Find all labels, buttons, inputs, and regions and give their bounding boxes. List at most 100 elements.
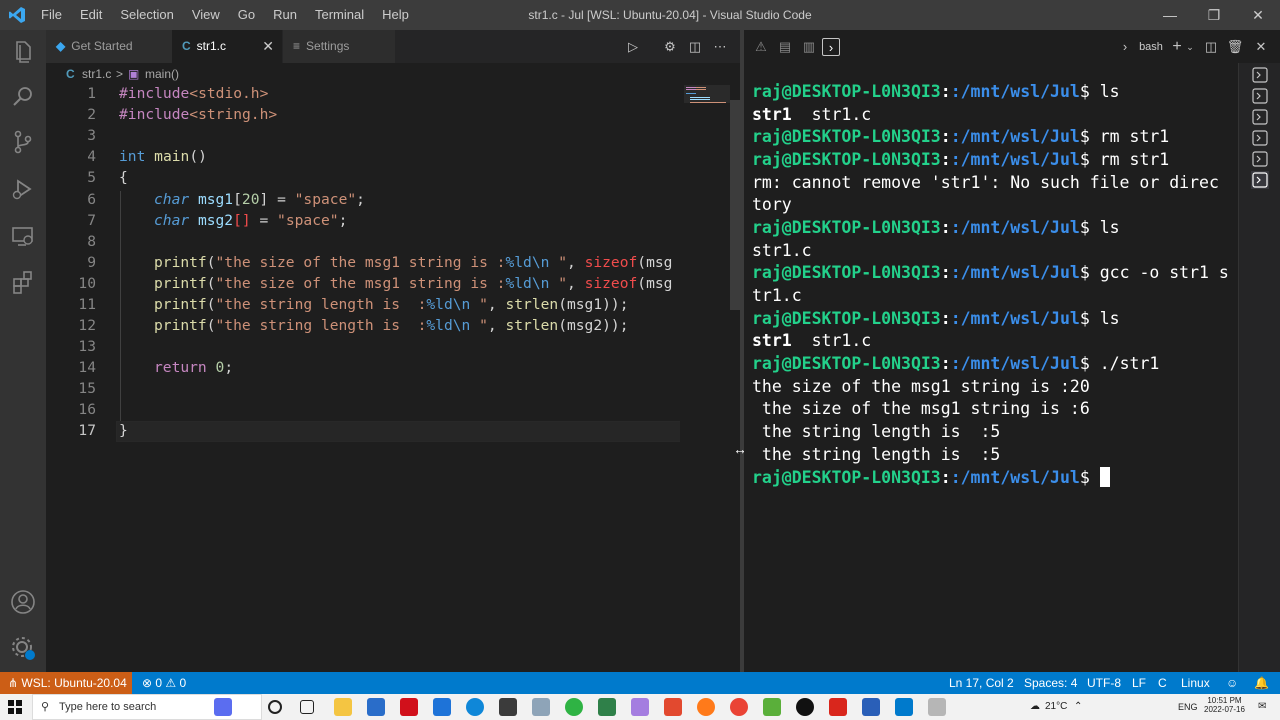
- tab-get-started[interactable]: ◆ Get Started: [46, 30, 172, 63]
- app-icon[interactable]: [928, 698, 946, 716]
- breadcrumb-file[interactable]: str1.c: [82, 63, 111, 85]
- split-terminal-icon[interactable]: ◫: [1202, 38, 1220, 56]
- code-token: (msg: [637, 254, 673, 271]
- app-icon[interactable]: [862, 698, 880, 716]
- vscode-taskbar-icon[interactable]: [895, 698, 913, 716]
- app-icon[interactable]: [664, 698, 682, 716]
- app-icon[interactable]: [763, 698, 781, 716]
- app-icon[interactable]: [499, 698, 517, 716]
- source-control-icon[interactable]: [9, 128, 37, 156]
- menu-help[interactable]: Help: [373, 0, 418, 30]
- remote-indicator[interactable]: ⋔ WSL: Ubuntu-20.04: [0, 672, 132, 694]
- line-ending[interactable]: LF: [1132, 672, 1146, 694]
- menu-selection[interactable]: Selection: [111, 0, 182, 30]
- vertical-scrollbar[interactable]: [730, 100, 740, 310]
- warning-icon: ⚠: [162, 676, 180, 690]
- indentation[interactable]: Spaces: 4: [1024, 672, 1077, 694]
- run-code-icon[interactable]: ▷: [624, 38, 642, 56]
- minimize-icon[interactable]: —: [1148, 0, 1192, 30]
- code-line-4: int main(): [119, 148, 207, 165]
- menu-file[interactable]: File: [32, 0, 71, 30]
- extensions-icon[interactable]: [9, 268, 37, 296]
- line-number: 9: [87, 254, 96, 271]
- dell-icon[interactable]: [433, 698, 451, 716]
- netflix-icon[interactable]: [400, 698, 418, 716]
- terminal-instance-icon[interactable]: [1251, 87, 1269, 105]
- chevron-up-icon[interactable]: ⌃: [1074, 694, 1082, 720]
- store-icon[interactable]: [367, 698, 385, 716]
- feedback-icon[interactable]: ☺: [1226, 672, 1238, 694]
- tab-str1-c[interactable]: Cstr1.c ✕: [172, 30, 282, 63]
- code-line-5: {: [119, 169, 128, 186]
- notification-center-icon[interactable]: ✉: [1258, 694, 1266, 720]
- close-panel-icon[interactable]: ✕: [1252, 38, 1270, 56]
- clock-date: 2022-07-16: [1204, 705, 1245, 714]
- close-window-icon[interactable]: ✕: [1236, 0, 1280, 30]
- language-mode[interactable]: C: [1158, 672, 1167, 694]
- terminal-icon[interactable]: ›: [822, 38, 840, 56]
- terminal-app-icon[interactable]: [598, 698, 616, 716]
- split-editor-icon[interactable]: ◫: [686, 38, 704, 56]
- app-icon[interactable]: [796, 698, 814, 716]
- file-explorer-icon[interactable]: [334, 698, 352, 716]
- trash-icon[interactable]: 🗑: [1226, 38, 1244, 56]
- firefox-icon[interactable]: [697, 698, 715, 716]
- app-icon[interactable]: [631, 698, 649, 716]
- remote-label: WSL: Ubuntu-20.04: [21, 676, 127, 690]
- debug-console-icon[interactable]: ▥: [800, 38, 818, 56]
- menu-view[interactable]: View: [183, 0, 229, 30]
- acrobat-icon[interactable]: [829, 698, 847, 716]
- app-icon[interactable]: [532, 698, 550, 716]
- task-view-icon[interactable]: [300, 700, 314, 714]
- menu-terminal[interactable]: Terminal: [306, 0, 373, 30]
- more-actions-icon[interactable]: ⋯: [711, 38, 729, 56]
- terminal-line: raj@DESKTOP-L0N3QI3::/mnt/wsl/Jul$ rm st…: [752, 150, 1169, 169]
- accounts-icon[interactable]: [9, 588, 37, 616]
- platform[interactable]: Linux: [1181, 672, 1210, 694]
- clock[interactable]: 10:51 PM 2022-07-16: [1204, 696, 1245, 714]
- app-icon[interactable]: [565, 698, 583, 716]
- chevron-down-icon[interactable]: ⌄: [1184, 38, 1196, 56]
- terminal-instance-active-icon[interactable]: [1251, 171, 1269, 189]
- warning-icon[interactable]: ⚠: [752, 38, 770, 56]
- line-number: 1: [87, 85, 96, 102]
- edge-icon[interactable]: [466, 698, 484, 716]
- weather-temp[interactable]: 21°C: [1045, 694, 1067, 720]
- search-icon[interactable]: [9, 83, 37, 111]
- manage-gear-icon[interactable]: [9, 634, 37, 662]
- code-token: (: [206, 296, 216, 313]
- terminal[interactable]: raj@DESKTOP-L0N3QI3::/mnt/wsl/Jul$ ls st…: [744, 63, 1238, 672]
- notifications-bell-icon[interactable]: 🔔: [1254, 672, 1269, 694]
- minimap[interactable]: [680, 85, 740, 672]
- code-line-2: #include<string.h>: [119, 106, 277, 123]
- input-language[interactable]: ENG: [1178, 694, 1198, 720]
- code-editor[interactable]: 1 2 3 4 5 6 7 8 9 10 11 12 13 14 15 16 1…: [46, 85, 680, 672]
- terminal-instance-icon[interactable]: [1251, 108, 1269, 126]
- line-number: 6: [87, 191, 96, 208]
- windows-start-icon[interactable]: [8, 700, 22, 714]
- terminal-instance-icon[interactable]: [1251, 66, 1269, 84]
- shell-label[interactable]: bash: [1134, 38, 1168, 56]
- line-number: 4: [87, 148, 96, 165]
- windows-taskbar: ⚲ Type here to search ☁ 21°C ⌃ ENG 10:51…: [0, 694, 1280, 720]
- tab-settings[interactable]: ≡ Settings: [283, 30, 395, 63]
- gear-icon[interactable]: ⚙: [661, 38, 679, 56]
- run-debug-icon[interactable]: [9, 175, 37, 203]
- cortana-icon[interactable]: [268, 700, 282, 714]
- encoding[interactable]: UTF-8: [1087, 672, 1121, 694]
- menu-edit[interactable]: Edit: [71, 0, 111, 30]
- output-icon[interactable]: ▤: [776, 38, 794, 56]
- menu-run[interactable]: Run: [264, 0, 306, 30]
- close-tab-icon[interactable]: ✕: [262, 30, 274, 63]
- restore-icon[interactable]: ❐: [1192, 0, 1236, 30]
- cursor-position[interactable]: Ln 17, Col 2: [949, 672, 1014, 694]
- prompt-sep: :: [940, 309, 951, 328]
- explorer-icon[interactable]: [9, 38, 37, 66]
- breadcrumb-symbol[interactable]: main(): [145, 63, 179, 85]
- menu-go[interactable]: Go: [229, 0, 264, 30]
- remote-explorer-icon[interactable]: [9, 222, 37, 250]
- terminal-instance-icon[interactable]: [1251, 129, 1269, 147]
- chrome-icon[interactable]: [730, 698, 748, 716]
- terminal-instance-icon[interactable]: [1251, 150, 1269, 168]
- problems-indicator[interactable]: ⊗ 0 ⚠ 0: [142, 672, 186, 694]
